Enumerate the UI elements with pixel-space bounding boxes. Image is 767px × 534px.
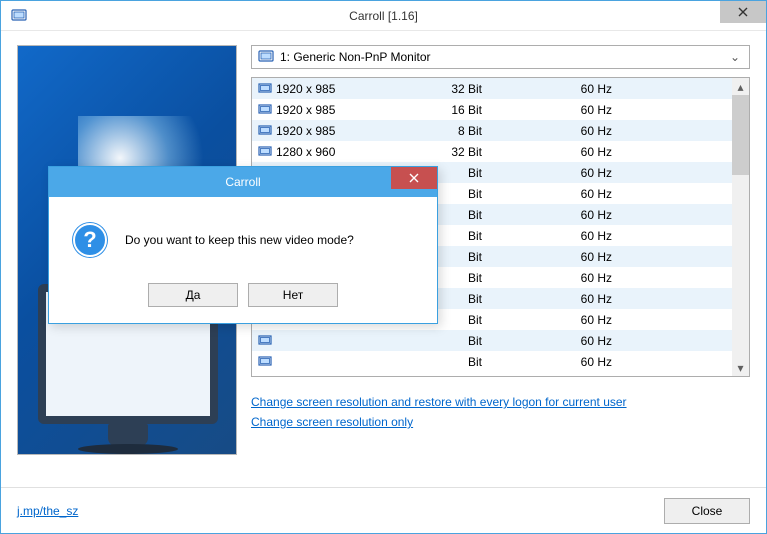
link-change-only[interactable]: Change screen resolution only [251,415,750,429]
resolution-row[interactable]: 1920 x 98516 Bit60 Hz [252,99,732,120]
refresh-rate-cell: 60 Hz [502,82,632,96]
footer: j.mp/the_sz Close [1,487,766,533]
dialog-title: Carroll [225,175,260,189]
refresh-rate-cell: 60 Hz [502,292,632,306]
dialog-message: Do you want to keep this new video mode? [125,233,354,247]
monitor-base-graphic [78,444,178,454]
refresh-rate-cell: 60 Hz [502,187,632,201]
display-icon [258,146,272,158]
resolution-row[interactable]: 1920 x 9858 Bit60 Hz [252,120,732,141]
no-button[interactable]: Нет [248,283,338,307]
resolution-row[interactable]: Bit60 Hz [252,330,732,351]
refresh-rate-cell: 60 Hz [502,229,632,243]
refresh-rate-cell: 60 Hz [502,103,632,117]
app-icon [11,8,27,24]
refresh-rate-cell: 60 Hz [502,124,632,138]
scroll-track[interactable] [732,175,749,359]
close-button[interactable]: Close [664,498,750,524]
footer-url[interactable]: j.mp/the_sz [17,504,78,518]
titlebar: Carroll [1.16] [1,1,766,31]
monitor-stand-graphic [108,424,148,446]
refresh-rate-cell: 60 Hz [502,208,632,222]
refresh-rate-cell: 60 Hz [502,355,632,369]
bit-depth-cell: 32 Bit [392,82,502,96]
bit-depth-cell: 32 Bit [392,145,502,159]
link-change-per-user[interactable]: Change screen resolution and restore wit… [251,395,750,409]
window-close-button[interactable] [720,1,766,23]
resolution-cell: 1920 x 985 [252,103,392,117]
scrollbar[interactable]: ▴ ▾ [732,78,749,376]
resolution-row[interactable]: Bit60 Hz [252,351,732,372]
resolution-cell: 1920 x 985 [252,82,392,96]
display-icon [258,356,272,368]
resolution-row[interactable]: 1280 x 96032 Bit60 Hz [252,141,732,162]
scroll-thumb[interactable] [732,95,749,175]
refresh-rate-cell: 60 Hz [502,271,632,285]
bit-depth-cell: 8 Bit [392,124,502,138]
action-links: Change screen resolution and restore wit… [251,385,750,439]
resolution-cell: 1280 x 960 [252,145,392,159]
dialog-titlebar: Carroll [49,167,437,197]
bit-depth-cell: Bit [392,334,502,348]
dialog-buttons: Да Нет [49,275,437,323]
confirm-dialog: Carroll ? Do you want to keep this new v… [48,166,438,324]
display-icon [258,83,272,95]
scroll-up-icon[interactable]: ▴ [732,78,749,95]
monitor-dropdown[interactable]: 1: Generic Non-PnP Monitor ⌄ [251,45,750,69]
refresh-rate-cell: 60 Hz [502,166,632,180]
dialog-body: ? Do you want to keep this new video mod… [49,197,437,275]
display-icon [258,125,272,137]
scroll-down-icon[interactable]: ▾ [732,359,749,376]
refresh-rate-cell: 60 Hz [502,313,632,327]
monitor-dropdown-label: 1: Generic Non-PnP Monitor [280,50,727,64]
resolution-cell: 1920 x 985 [252,124,392,138]
resolution-cell [252,356,392,368]
window-title: Carroll [1.16] [349,9,418,23]
bit-depth-cell: Bit [392,355,502,369]
close-icon [409,173,419,183]
chevron-down-icon: ⌄ [727,50,743,64]
question-icon: ? [73,223,107,257]
bit-depth-cell: 16 Bit [392,103,502,117]
refresh-rate-cell: 60 Hz [502,145,632,159]
refresh-rate-cell: 60 Hz [502,334,632,348]
yes-button[interactable]: Да [148,283,238,307]
refresh-rate-cell: 60 Hz [502,250,632,264]
monitor-icon [258,50,274,64]
display-icon [258,104,272,116]
resolution-cell [252,335,392,347]
resolution-row[interactable]: 1920 x 98532 Bit60 Hz [252,78,732,99]
dialog-close-button[interactable] [391,167,437,189]
close-icon [738,7,748,17]
display-icon [258,335,272,347]
